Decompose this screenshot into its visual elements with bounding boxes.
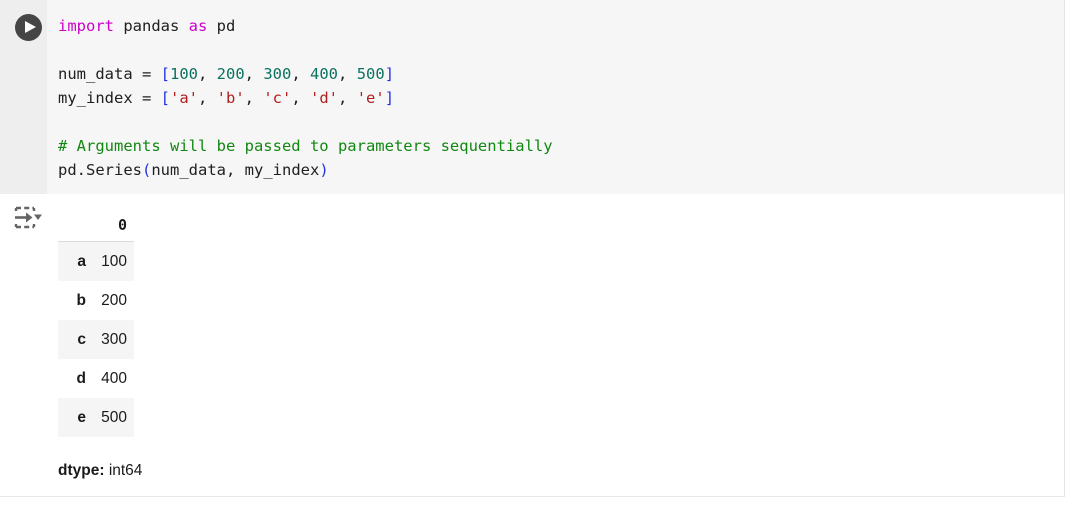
code-line <box>58 38 1056 62</box>
table-row: b200 <box>58 281 134 320</box>
code-token: ( <box>142 161 151 179</box>
output-arrow-icon[interactable] <box>13 204 43 231</box>
series-row-value: 300 <box>86 331 134 349</box>
code-line: my_index = ['a', 'b', 'c', 'd', 'e'] <box>58 86 1056 110</box>
code-cell[interactable]: import pandas as pd num_data = [100, 200… <box>0 0 1065 194</box>
series-row-index: a <box>58 253 86 271</box>
code-token: ) <box>319 161 328 179</box>
code-token: ] <box>385 89 394 107</box>
series-row-value: 400 <box>86 370 134 388</box>
code-token: num_data = <box>58 65 161 83</box>
code-token: , <box>291 65 310 83</box>
run-cell-button[interactable] <box>15 14 42 41</box>
series-rows: a100b200c300d400e500 <box>58 242 134 437</box>
code-token: , <box>291 89 310 107</box>
code-token: pd.Series <box>58 161 142 179</box>
code-token: 300 <box>263 65 291 83</box>
series-row-value: 500 <box>86 409 134 427</box>
code-token: , <box>338 65 357 83</box>
code-token: 'd' <box>310 89 338 107</box>
series-column-header: 0 <box>58 208 134 242</box>
code-line <box>58 110 1056 134</box>
code-line: pd.Series(num_data, my_index) <box>58 158 1056 182</box>
series-dtype-value: int64 <box>109 462 143 479</box>
code-token: , <box>198 89 217 107</box>
code-line: num_data = [100, 200, 300, 400, 500] <box>58 62 1056 86</box>
cell-output-area <box>0 194 1065 497</box>
code-token: , <box>338 89 357 107</box>
series-row-index: c <box>58 331 86 349</box>
code-token: [ <box>161 65 170 83</box>
series-dtype: dtype: int64 <box>58 462 142 480</box>
series-output-table: 0 a100b200c300d400e500 <box>58 208 134 437</box>
code-token: 400 <box>310 65 338 83</box>
code-token: # Arguments will be passed to parameters… <box>58 137 553 155</box>
code-token: 'c' <box>263 89 291 107</box>
table-row: c300 <box>58 320 134 359</box>
code-line: import pandas as pd <box>58 14 1056 38</box>
code-token: [ <box>161 89 170 107</box>
series-row-index: d <box>58 370 86 388</box>
series-row-index: b <box>58 292 86 310</box>
code-token: pandas <box>114 17 189 35</box>
code-token: 'e' <box>357 89 385 107</box>
code-token: 100 <box>170 65 198 83</box>
code-token: num_data, my_index <box>151 161 319 179</box>
code-token: , <box>245 89 264 107</box>
code-token: import <box>58 17 114 35</box>
table-row: d400 <box>58 359 134 398</box>
code-token: ] <box>385 65 394 83</box>
code-token: 500 <box>357 65 385 83</box>
series-dtype-label: dtype: <box>58 462 105 479</box>
code-token: 'a' <box>170 89 198 107</box>
code-token: pd <box>207 17 235 35</box>
code-token: 'b' <box>217 89 245 107</box>
notebook-cell: import pandas as pd num_data = [100, 200… <box>0 0 1066 507</box>
table-row: a100 <box>58 242 134 281</box>
series-row-value: 100 <box>86 253 134 271</box>
series-row-value: 200 <box>86 292 134 310</box>
code-token: , <box>198 65 217 83</box>
table-row: e500 <box>58 398 134 437</box>
series-row-index: e <box>58 409 86 427</box>
code-token: , <box>245 65 264 83</box>
code-editor[interactable]: import pandas as pd num_data = [100, 200… <box>58 14 1056 182</box>
code-token: 200 <box>217 65 245 83</box>
play-icon <box>25 21 36 33</box>
code-token: my_index = <box>58 89 161 107</box>
code-token: as <box>189 17 208 35</box>
series-column-header-label: 0 <box>118 216 127 234</box>
code-line: # Arguments will be passed to parameters… <box>58 134 1056 158</box>
